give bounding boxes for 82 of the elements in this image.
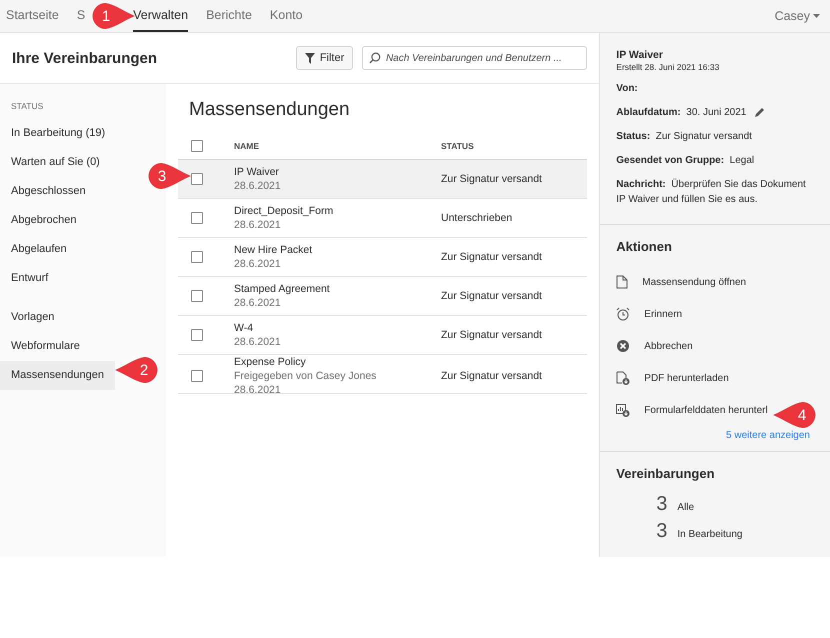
filter-button[interactable]: Filter bbox=[296, 46, 354, 70]
row-checkbox[interactable] bbox=[191, 329, 203, 341]
agreement-meta: Freigegeben von Casey Jones bbox=[234, 369, 378, 383]
list-title: Massensendungen bbox=[189, 99, 350, 121]
sidebar-item[interactable]: Massensendungen bbox=[0, 361, 115, 390]
nav-tab[interactable]: S bbox=[76, 0, 86, 32]
sidebar-item[interactable]: Warten auf Sie (0) bbox=[0, 148, 111, 177]
table-row[interactable]: New Hire Packet 28.6.2021 Zur Signatur versandt bbox=[178, 238, 588, 277]
sidebar-item[interactable]: Vorlagen bbox=[0, 303, 66, 332]
detail-field: Ablaufdatum: 30. Juni 2021 bbox=[616, 105, 746, 120]
agreement-name: New Hire Packet bbox=[234, 243, 314, 257]
agreement-name: Direct_Deposit_Form bbox=[234, 204, 334, 218]
user-menu[interactable]: Casey bbox=[774, 0, 824, 32]
sidebar-item[interactable]: Entwurf bbox=[0, 264, 60, 293]
section-title: Vereinbarungen bbox=[616, 466, 715, 481]
action-link[interactable]: Formularfelddaten herunterl bbox=[644, 404, 768, 416]
filter-icon bbox=[304, 52, 315, 64]
chart-download-icon bbox=[616, 403, 630, 417]
agreement-name: IP Waiver bbox=[234, 165, 280, 179]
table-row[interactable]: Expense Policy Freigegeben von Casey Jones 28.6.2021 Zur Signatur versandt bbox=[178, 355, 588, 394]
table-row[interactable]: Stamped Agreement 28.6.2021 Zur Signatur versandt bbox=[178, 277, 588, 316]
agreement-name: W-4 bbox=[234, 321, 254, 335]
cancel-icon bbox=[616, 339, 630, 353]
column-header: STATUS bbox=[441, 141, 475, 151]
table-row[interactable]: IP Waiver 28.6.2021 Zur Signatur versandt bbox=[178, 160, 588, 199]
status-text: Zur Signatur versandt bbox=[441, 290, 543, 302]
alarm-clock-icon bbox=[616, 307, 630, 321]
caret-icon bbox=[813, 14, 820, 18]
sidebar-item[interactable]: Webformulare bbox=[0, 332, 91, 361]
agreement-name: Stamped Agreement bbox=[234, 282, 331, 296]
agreement-meta: 28.6.2021 bbox=[234, 335, 282, 349]
sidebar-item[interactable]: Abgebrochen bbox=[0, 206, 88, 235]
table-row[interactable]: Direct_Deposit_Form 28.6.2021 Unterschrieben bbox=[178, 199, 588, 238]
status-text: Zur Signatur versandt bbox=[441, 370, 543, 382]
select-all-checkbox[interactable] bbox=[191, 140, 203, 152]
table-row[interactable]: W-4 28.6.2021 Zur Signatur versandt bbox=[178, 316, 588, 355]
agreement-meta: 28.6.2021 bbox=[234, 383, 282, 397]
action-link[interactable]: Abbrechen bbox=[644, 340, 693, 352]
agreement-meta: 28.6.2021 bbox=[234, 179, 282, 193]
agreement-name: Expense Policy bbox=[234, 355, 307, 369]
row-checkbox[interactable] bbox=[191, 290, 203, 302]
created-date: Erstellt 28. Juni 2021 16:33 bbox=[616, 62, 720, 72]
row-checkbox[interactable] bbox=[191, 212, 203, 224]
sidebar-item[interactable]: Abgeschlossen bbox=[0, 177, 97, 206]
row-checkbox[interactable] bbox=[191, 251, 203, 263]
search-bar[interactable]: Nach Vereinbarungen und Benutzern ... bbox=[362, 46, 588, 70]
status-text: Zur Signatur versandt bbox=[441, 251, 543, 263]
agreement-meta: 28.6.2021 bbox=[234, 218, 282, 232]
show-more-link[interactable]: 5 weitere anzeigen bbox=[726, 430, 810, 441]
status-text: Zur Signatur versandt bbox=[441, 173, 543, 185]
agreement-meta: 28.6.2021 bbox=[234, 257, 282, 271]
nav-tab[interactable]: Berichte bbox=[206, 0, 252, 32]
row-checkbox[interactable] bbox=[191, 173, 203, 185]
action-link[interactable]: Massensendung öffnen bbox=[642, 276, 746, 288]
detail-field: Von: bbox=[616, 81, 638, 96]
action-link[interactable]: PDF herunterladen bbox=[644, 372, 729, 384]
count-number: 3 bbox=[656, 493, 668, 516]
count-label[interactable]: Alle bbox=[677, 502, 694, 513]
document-icon bbox=[616, 275, 628, 289]
detail-field: Gesendet von Gruppe: Legal bbox=[616, 153, 754, 168]
column-header: NAME bbox=[234, 141, 260, 151]
section-heading: STATUS bbox=[10, 101, 44, 111]
nav-tab[interactable]: Konto bbox=[270, 0, 303, 32]
status-text: Zur Signatur versandt bbox=[441, 329, 543, 341]
detail-field: Status: Zur Signatur versandt bbox=[616, 129, 752, 144]
count-label[interactable]: In Bearbeitung bbox=[677, 529, 742, 540]
section-title: Aktionen bbox=[616, 239, 672, 254]
detail-field: Nachricht: Überprüfen Sie das Dokument IP Waiver und füllen Sie es aus. bbox=[616, 177, 814, 207]
search-input[interactable]: Nach Vereinbarungen und Benutzern ... bbox=[386, 52, 580, 64]
sidebar-item[interactable]: In Bearbeitung (19) bbox=[0, 119, 116, 148]
sidebar-item[interactable]: Abgelaufen bbox=[0, 235, 78, 264]
page-title: Ihre Vereinbarungen bbox=[12, 50, 158, 66]
nav-tab[interactable]: Startseite bbox=[6, 0, 59, 32]
status-text: Unterschrieben bbox=[441, 212, 514, 224]
agreement-meta: 28.6.2021 bbox=[234, 296, 282, 310]
edit-icon[interactable] bbox=[754, 107, 766, 118]
search-icon bbox=[369, 52, 381, 64]
row-checkbox[interactable] bbox=[191, 370, 203, 382]
detail-title: IP Waiver bbox=[616, 49, 664, 61]
count-number: 3 bbox=[656, 520, 668, 543]
pdf-download-icon bbox=[616, 371, 630, 385]
action-link[interactable]: Erinnern bbox=[644, 308, 682, 320]
